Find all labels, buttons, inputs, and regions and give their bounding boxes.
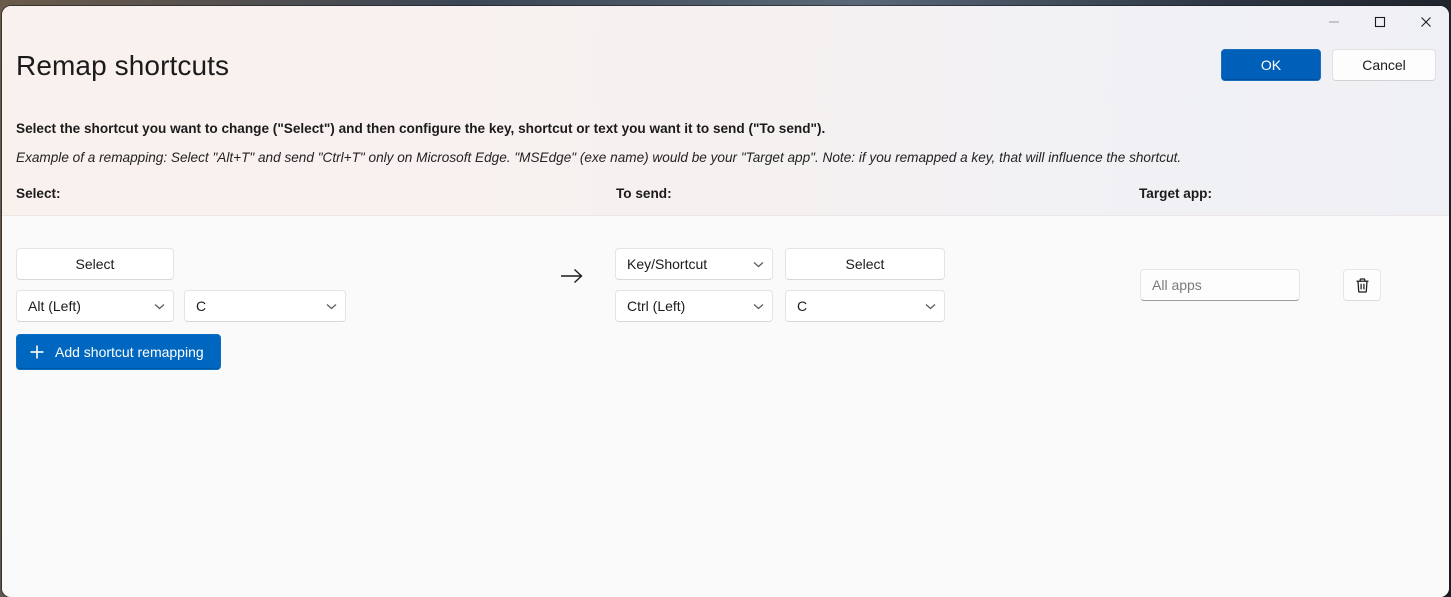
ok-button[interactable]: OK [1221,49,1321,81]
chevron-down-icon [753,303,764,310]
title-bar: Remap shortcuts OK Cancel [2,6,1449,106]
add-shortcut-remapping-label: Add shortcut remapping [55,344,204,360]
minimize-icon [1328,16,1340,28]
minimize-button[interactable] [1311,6,1357,38]
to-send-key-dropdown[interactable]: C [785,290,945,322]
plus-icon [29,344,45,360]
column-header-target-app: Target app: [1139,186,1212,201]
select-shortcut-button[interactable]: Select [16,248,174,280]
description-block: Select the shortcut you want to change (… [2,106,1449,172]
column-header-select: Select: [16,186,61,201]
to-send-type-value: Key/Shortcut [627,256,707,272]
select-key-dropdown[interactable]: C [184,290,346,322]
close-icon [1420,16,1432,28]
to-send-key-value: C [797,298,807,314]
chevron-down-icon [326,303,337,310]
chevron-down-icon [753,261,764,268]
arrow-right-icon [558,266,586,286]
close-button[interactable] [1403,6,1449,38]
target-app-input[interactable] [1140,269,1300,301]
page-title: Remap shortcuts [16,52,229,80]
chevron-down-icon [925,303,936,310]
maximize-icon [1374,16,1386,28]
chevron-down-icon [154,303,165,310]
remapping-list: Select Alt (Left) C [2,216,1449,597]
select-modifier-dropdown[interactable]: Alt (Left) [16,290,174,322]
delete-row-button[interactable] [1343,269,1381,301]
column-header-to-send: To send: [616,186,672,201]
dialog-buttons: OK Cancel [1221,49,1436,81]
remap-shortcuts-window: Remap shortcuts OK Cancel Select the sho… [2,6,1449,597]
add-shortcut-remapping-button[interactable]: Add shortcut remapping [16,334,221,370]
window-controls [1311,6,1449,38]
column-header-band: Select: To send: Target app: [2,172,1449,216]
select-key-value: C [196,298,206,314]
maximize-button[interactable] [1357,6,1403,38]
to-send-modifier-value: Ctrl (Left) [627,298,685,314]
trash-icon [1354,277,1371,294]
cancel-button[interactable]: Cancel [1332,49,1436,81]
description-example: Example of a remapping: Select "Alt+T" a… [16,150,1181,165]
select-modifier-value: Alt (Left) [28,298,81,314]
description-primary: Select the shortcut you want to change (… [16,121,825,136]
to-send-type-dropdown[interactable]: Key/Shortcut [615,248,773,280]
shortcut-remap-row: Select Alt (Left) C [2,216,1449,314]
to-send-modifier-dropdown[interactable]: Ctrl (Left) [615,290,773,322]
to-send-select-button[interactable]: Select [785,248,945,280]
